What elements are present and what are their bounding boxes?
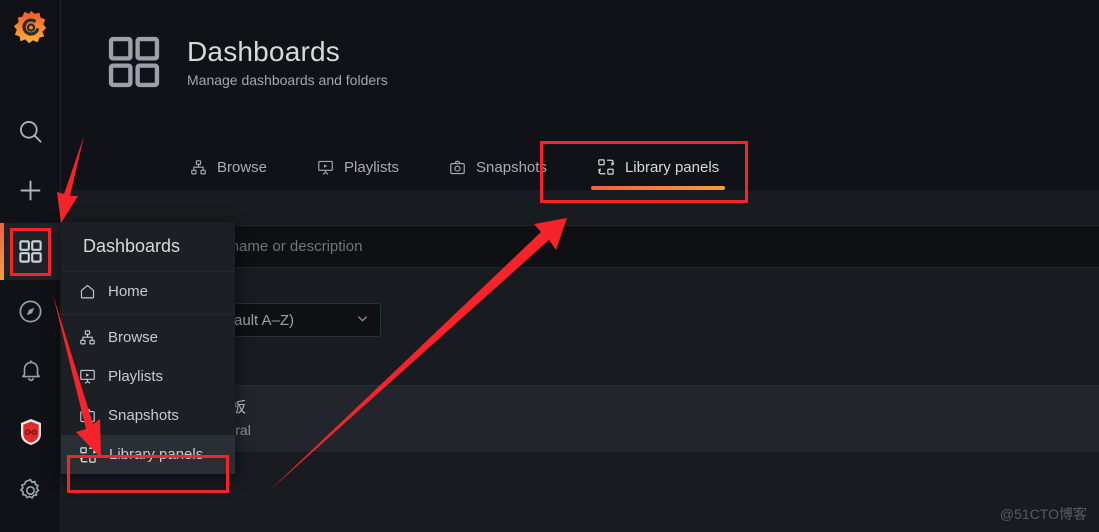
dropdown-header: Dashboards bbox=[61, 222, 235, 272]
chevron-down-icon bbox=[355, 311, 370, 330]
dropdown-separator bbox=[61, 314, 235, 315]
page-header: Dashboards Manage dashboards and folders… bbox=[61, 0, 1099, 190]
tab-label: Library panels bbox=[624, 158, 720, 176]
sidebar-item-configuration[interactable] bbox=[0, 462, 61, 519]
library-panel-folder: General bbox=[201, 420, 1099, 441]
library-panel-title: 库面板 bbox=[201, 397, 1099, 420]
home-icon bbox=[79, 283, 96, 300]
dropdown-item-label: Library panels bbox=[109, 446, 204, 463]
plus-icon bbox=[17, 177, 44, 204]
tab-browse[interactable]: Browse bbox=[176, 144, 281, 190]
camera-icon bbox=[449, 159, 466, 176]
sidebar-active-indicator bbox=[0, 223, 4, 280]
dropdown-item-label: Home bbox=[108, 283, 149, 300]
tab-snapshots[interactable]: Snapshots bbox=[435, 144, 561, 190]
bell-icon bbox=[18, 357, 44, 383]
tab-library-panels[interactable]: Library panels bbox=[583, 144, 733, 190]
compass-icon bbox=[17, 298, 44, 325]
tab-playlists[interactable]: Playlists bbox=[303, 144, 413, 190]
tab-label: Browse bbox=[217, 158, 268, 176]
sidebar-item-alerting[interactable] bbox=[0, 341, 61, 398]
presentation-icon bbox=[317, 159, 334, 176]
tab-label: Snapshots bbox=[476, 158, 547, 176]
page-tabs: Browse Playlists Snapshots Library panel… bbox=[176, 144, 733, 190]
sidebar-item-explore[interactable] bbox=[0, 283, 61, 340]
page-title: Dashboards bbox=[187, 35, 340, 67]
library-panel-icon bbox=[79, 446, 97, 464]
library-panel-icon bbox=[597, 158, 615, 176]
dropdown-item-playlists[interactable]: Playlists bbox=[61, 357, 235, 396]
dropdown-item-label: Browse bbox=[108, 329, 159, 346]
apps-grid-icon bbox=[105, 33, 163, 91]
sidebar-item-plugin[interactable] bbox=[0, 403, 61, 460]
sidebar-item-create[interactable] bbox=[0, 162, 61, 219]
tab-label: Playlists bbox=[344, 158, 400, 176]
dropdown-item-library[interactable]: Library panels bbox=[61, 435, 235, 474]
main-sidebar bbox=[0, 0, 61, 532]
dropdown-item-label: Playlists bbox=[108, 368, 164, 385]
dropdown-item-home[interactable]: Home bbox=[61, 272, 235, 311]
page-header-title-block: Dashboards Manage dashboards and folders bbox=[105, 33, 388, 91]
dropdown-item-snapshots[interactable]: Snapshots bbox=[61, 396, 235, 435]
red-shield-icon bbox=[16, 417, 46, 447]
grafana-app-window: Dashboards Manage dashboards and folders… bbox=[0, 0, 1099, 532]
gear-icon bbox=[17, 477, 44, 504]
dropdown-item-browse[interactable]: Browse bbox=[61, 318, 235, 357]
dashboards-dropdown-menu: Dashboards Home Browse Playlists Snapsho… bbox=[61, 222, 235, 474]
camera-icon bbox=[79, 407, 96, 424]
search-input[interactable] bbox=[159, 238, 719, 255]
sitemap-icon bbox=[190, 159, 207, 176]
sitemap-icon bbox=[79, 329, 96, 346]
dropdown-item-label: Snapshots bbox=[108, 407, 179, 424]
search-icon bbox=[17, 118, 44, 145]
page-subtitle: Manage dashboards and folders bbox=[187, 72, 388, 89]
sidebar-item-search[interactable] bbox=[0, 103, 61, 160]
grafana-logo-icon[interactable] bbox=[0, 2, 61, 54]
watermark: @51CTO博客 bbox=[999, 506, 1087, 522]
presentation-icon bbox=[79, 368, 96, 385]
apps-grid-icon bbox=[17, 238, 44, 265]
sidebar-item-dashboards[interactable] bbox=[0, 223, 61, 280]
